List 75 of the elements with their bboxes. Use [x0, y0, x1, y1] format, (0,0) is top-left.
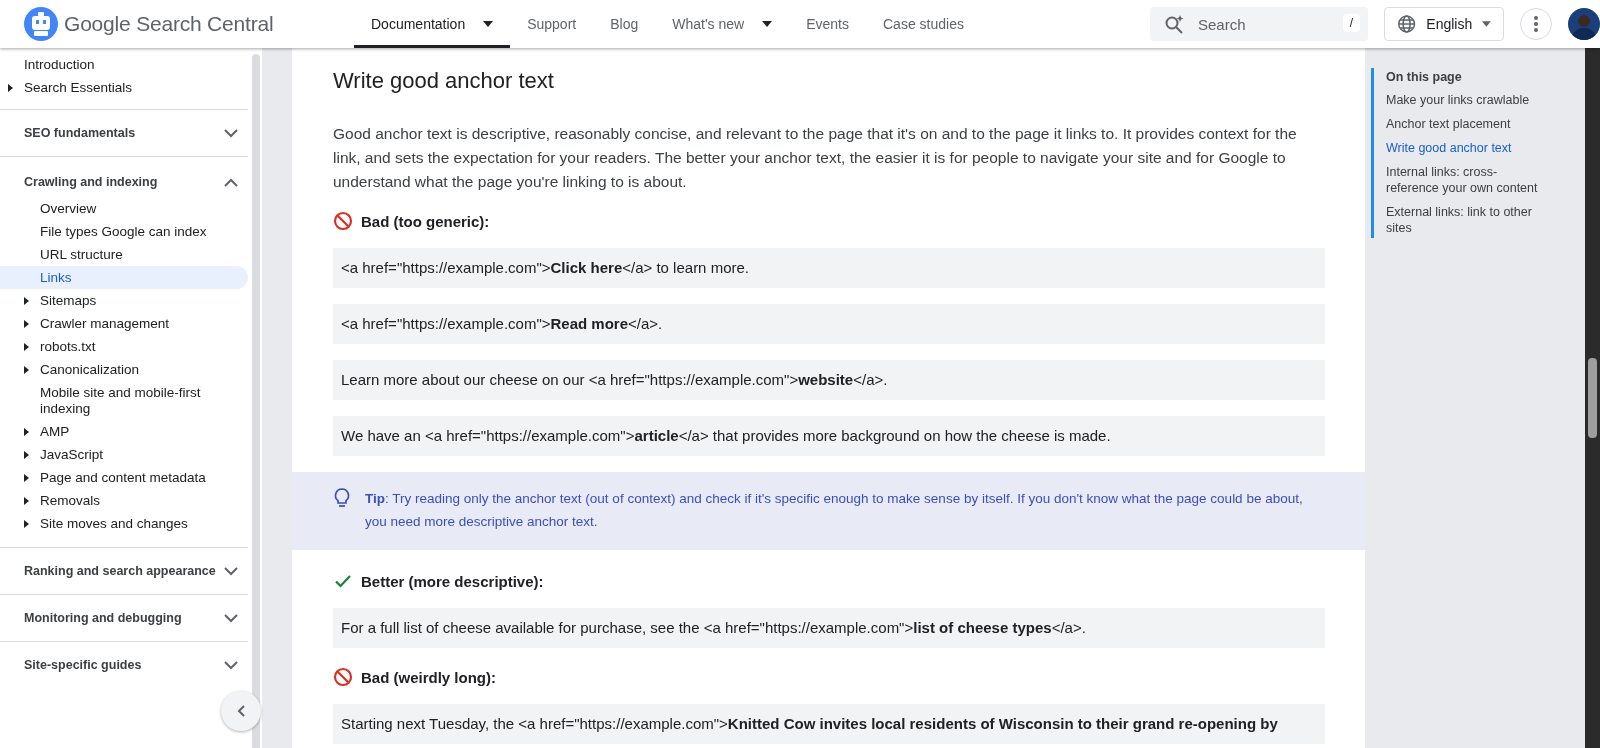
expand-arrow-icon	[24, 519, 29, 528]
toc-link[interactable]: Write good anchor text	[1386, 140, 1545, 156]
sidebar-item[interactable]: URL structure	[0, 243, 248, 266]
caret-icon	[762, 21, 773, 27]
section-header[interactable]: Monitoring and debugging	[0, 595, 248, 641]
nav-tab[interactable]: Events	[789, 0, 866, 48]
sidebar-item[interactable]: Sitemaps	[0, 289, 248, 312]
sidebar-item[interactable]: Page and content metadata	[0, 466, 248, 489]
more-icon	[1534, 16, 1538, 32]
code-example: <a href="https://example.com">Click here</a> to learn more.	[333, 248, 1325, 288]
lightbulb-icon	[333, 487, 351, 509]
nav-tab[interactable]: What's new	[655, 0, 790, 48]
verdict-label: Better (more descriptive):	[361, 572, 544, 590]
expand-arrow-icon	[24, 296, 29, 305]
sidebar-item[interactable]: Site moves and changes	[0, 512, 248, 535]
sidebar-item[interactable]: Canonicalization	[0, 358, 248, 381]
section-heading: Write good anchor text	[333, 68, 555, 94]
section-header[interactable]: Site-specific guides	[0, 642, 248, 688]
code-example: Starting next Tuesday, the <a href="https://example.com">Knitted Cow invites local residents of Wisconsin to their grand re-opening by	[333, 704, 1325, 744]
toc-link[interactable]: External links: link to other sites	[1386, 204, 1545, 236]
caret-icon	[1482, 21, 1491, 27]
sidebar-item[interactable]: JavaScript	[0, 443, 248, 466]
paragraph: Good anchor text is descriptive, reasonably concise, and relevant to the page that it's on and to the page it links to. It provides context for the link, and sets the expectation for your readers. The better your anchor text, the easier it is for people to navigate your site and for Google to understand what the page you're linking to is about.	[333, 124, 1298, 192]
caret-icon	[483, 21, 494, 27]
nav-tab[interactable]: Support	[510, 0, 594, 48]
expand-icon	[224, 660, 238, 670]
expand-icon	[224, 128, 238, 138]
nav-tab[interactable]: Case studies	[866, 0, 981, 48]
prohibited-icon	[333, 211, 353, 231]
toc-link[interactable]: Anchor text placement	[1386, 116, 1545, 132]
section-header[interactable]: SEO fundamentals	[0, 110, 248, 156]
nav-tab[interactable]: Blog	[593, 0, 656, 48]
sidebar-item[interactable]: Removals	[0, 489, 248, 512]
expand-arrow-icon	[24, 365, 29, 374]
code-example: <a href="https://example.com">Read more</a>.	[333, 304, 1325, 344]
verdict-label: Bad (weirdly long):	[361, 668, 496, 686]
expand-arrow-icon	[24, 319, 29, 328]
sidebar-item[interactable]: Introduction	[0, 53, 248, 76]
toc-link[interactable]: Internal links: cross-reference your own content	[1386, 164, 1545, 196]
robot-logo-icon	[24, 7, 58, 41]
sidebar-item[interactable]: Overview	[0, 197, 248, 220]
scrollbar[interactable]	[252, 54, 260, 748]
expand-icon	[224, 566, 238, 576]
sidebar-item[interactable]: Mobile site and mobile-first indexing	[0, 381, 248, 420]
section-header[interactable]: Crawling and indexing	[0, 167, 248, 197]
code-example: Learn more about our cheese on our <a href="https://example.com">website</a>.	[333, 360, 1325, 400]
section-header[interactable]: Ranking and search appearance	[0, 548, 248, 594]
expand-arrow-icon	[24, 427, 29, 436]
scrollbar[interactable]	[1585, 48, 1600, 748]
sidebar-item[interactable]: AMP	[0, 420, 248, 443]
prohibited-icon	[333, 667, 353, 687]
collapse-icon	[224, 177, 238, 187]
site-logo[interactable]: Google Search Central	[64, 12, 274, 36]
code-example: We have an <a href="https://example.com">article</a> that provides more background on how the cheese is made.	[333, 416, 1325, 456]
expand-arrow-icon	[24, 450, 29, 459]
tip-text: Tip: Try reading only the anchor text (out of context) and check if it's specific enough to make sense by itself. If you don't know what the page could be about, you need more descriptive anchor text.	[365, 490, 1304, 531]
toc-title: On this page	[1386, 70, 1463, 84]
language-button[interactable]: English	[1384, 7, 1504, 41]
sidebar-item[interactable]: robots.txt	[0, 335, 248, 358]
code-example: For a full list of cheese available for purchase, see the <a href="https://example.com">list of cheese types</a>.	[333, 608, 1325, 648]
sidebar-item[interactable]: File types Google can index	[0, 220, 248, 243]
expand-arrow-icon	[8, 83, 13, 92]
expand-arrow-icon	[24, 496, 29, 505]
sidebar-item[interactable]: Links	[0, 266, 248, 289]
sidebar-item[interactable]: Crawler management	[0, 312, 248, 335]
avatar	[1568, 8, 1600, 40]
sidebar-item[interactable]: Search Essentials	[0, 76, 248, 99]
more-button[interactable]	[1520, 8, 1552, 40]
verdict-label: Bad (too generic):	[361, 212, 490, 230]
toc-link[interactable]: Make your links crawlable	[1386, 92, 1545, 108]
expand-arrow-icon	[24, 473, 29, 482]
expand-icon	[224, 613, 238, 623]
chevron-left-icon	[237, 705, 245, 717]
expand-arrow-icon	[24, 342, 29, 351]
globe-icon	[1397, 13, 1417, 35]
